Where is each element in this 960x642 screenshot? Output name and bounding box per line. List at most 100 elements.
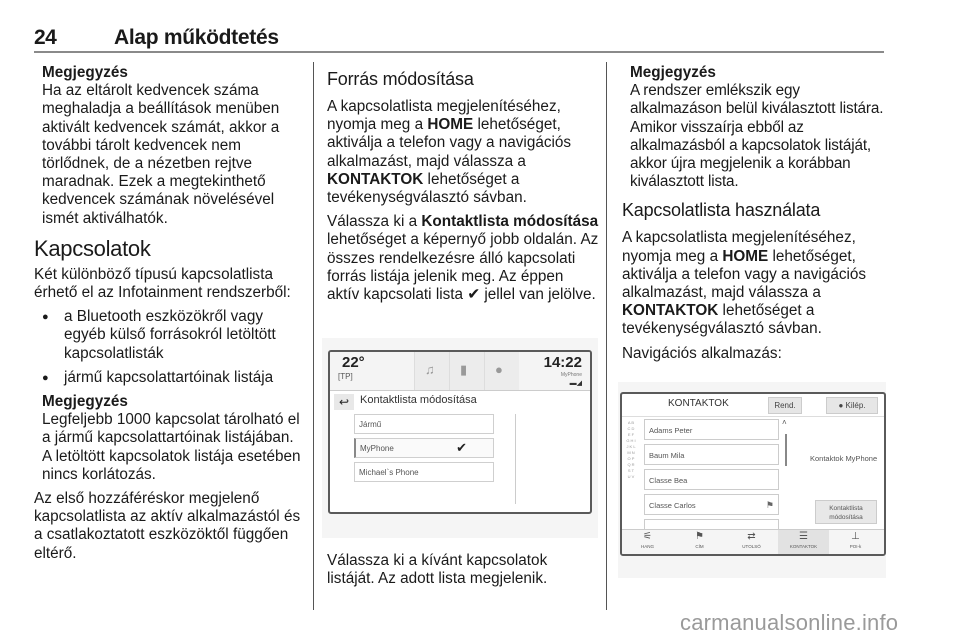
watermark: carmanualsonline.info: [680, 610, 899, 635]
contacts-header: KONTAKTOK Rend. ● Kilép.: [622, 394, 884, 417]
note-text: A rendszer emlékszik egy alkalmazáson be…: [630, 82, 884, 191]
page-header: 24 Alap működtetés: [34, 26, 884, 49]
note-text: Legfeljebb 1000 kapcsolat tárolható el a…: [42, 411, 301, 483]
paragraph: Válassza ki a kívánt kapcsolatok listájá…: [327, 552, 548, 588]
scrollbar[interactable]: [785, 424, 787, 544]
nav-label: HANG: [640, 544, 654, 549]
phone-icon: ▮: [460, 362, 468, 377]
recent-icon: ⇄: [747, 531, 756, 542]
infotainment-screen: KONTAKTOK Rend. ● Kilép. A B C D E F G H…: [620, 392, 886, 556]
phone-tab[interactable]: ▮: [449, 352, 484, 390]
contact-name: Baum Mila: [649, 451, 685, 460]
poi-icon: ⊥: [851, 531, 860, 542]
flag-icon: ⚑: [695, 531, 704, 542]
exit-button[interactable]: ● Kilép.: [826, 397, 878, 414]
header-rule: [34, 51, 884, 53]
navigation-icon: ●: [495, 362, 503, 377]
note-box: Megjegyzés A rendszer emlékszik egy alka…: [630, 64, 894, 191]
column-divider: [606, 62, 607, 610]
exit-label: Kilép.: [845, 401, 866, 410]
tp-indicator: [TP]: [338, 372, 353, 381]
panel-divider: [515, 414, 516, 504]
nav-item-poi[interactable]: ⊥ POI-k: [830, 530, 881, 554]
navigation-selector-bar: ⚟ HANG ⚑ CÍM ⇄ UTOLSÓ ☰ KONTAKTOK ⊥ POI-k: [622, 529, 884, 554]
keyword-home: HOME: [722, 247, 769, 265]
edit-contact-list-button[interactable]: Kontaktlista módosítása: [815, 500, 877, 524]
music-icon: ♫: [425, 362, 435, 377]
section-title: Kapcsolatok: [34, 235, 151, 261]
paragraph: A kapcsolatlista megjelenítéséhez, nyomj…: [327, 98, 599, 207]
back-arrow-icon: ↩: [338, 395, 350, 409]
screenshot-source-selection: 22° [TP] ♫ ▮ ● 14:22 MyPhone ▬◢ ↩ Kontak…: [322, 338, 598, 538]
screen-title: Kontaktlista módosítása: [360, 394, 477, 406]
note-box: Megjegyzés Legfeljebb 1000 kapcsolat tár…: [42, 393, 304, 484]
status-bar: 22° [TP] ♫ ▮ ● 14:22 MyPhone ▬◢: [330, 352, 590, 391]
column-1: Megjegyzés Ha az eltárolt kedvencek szám…: [34, 64, 304, 569]
audio-tab[interactable]: ♫: [414, 352, 449, 390]
temperature: 22°: [342, 354, 365, 371]
list-item: a Bluetooth eszközökről vagy egyéb külső…: [34, 308, 304, 363]
button-label-line1: Kontaktlista: [829, 505, 863, 512]
nav-label: POI-k: [849, 544, 862, 549]
source-item-selected[interactable]: MyPhone ✔: [354, 438, 494, 458]
paragraph: Két különböző típusú kapcsolatlista érhe…: [34, 265, 291, 302]
infotainment-screen: 22° [TP] ♫ ▮ ● 14:22 MyPhone ▬◢ ↩ Kontak…: [328, 350, 592, 514]
keyword-kontaktok: KONTAKTOK: [622, 302, 719, 320]
screen-title: KONTAKTOK: [668, 398, 729, 409]
nav-item-recent[interactable]: ⇄ UTOLSÓ: [726, 530, 777, 554]
contact-source-info: Kontaktok MyPhone: [810, 454, 878, 463]
nav-item-contacts[interactable]: ☰ KONTAKTOK: [778, 530, 829, 554]
contacts-icon: ☰: [799, 531, 808, 542]
nav-item-voice[interactable]: ⚟ HANG: [622, 530, 673, 554]
nav-label: KONTAKTOK: [789, 544, 818, 549]
keyword-kontaktok: KONTAKTOK: [327, 170, 424, 188]
sort-button[interactable]: Rend.: [768, 397, 802, 414]
source-label: Michael`s Phone: [359, 468, 419, 477]
nav-tab[interactable]: ●: [484, 352, 519, 390]
column-3: Megjegyzés A rendszer emlékszik egy alka…: [622, 64, 894, 369]
contact-row[interactable]: Classe Carlos ⚑: [644, 494, 779, 515]
source-item[interactable]: Jármű: [354, 414, 494, 434]
back-button[interactable]: ↩: [334, 394, 354, 410]
clock: 14:22: [543, 354, 582, 371]
column-divider: [313, 62, 314, 610]
contact-row[interactable]: Classe Bea: [644, 469, 779, 490]
keyword-contact-list-edit: Kontaktlista módosítása: [421, 213, 599, 231]
column-2-bottom: Válassza ki a kívánt kapcsolatok listájá…: [327, 552, 599, 594]
note-box: Megjegyzés Ha az eltárolt kedvencek szám…: [42, 64, 304, 228]
section-title: Forrás módosítása: [327, 69, 474, 89]
page-number: 24: [34, 26, 57, 49]
nav-label: UTOLSÓ: [742, 544, 761, 549]
note-heading: Megjegyzés: [42, 393, 128, 411]
note-heading: Megjegyzés: [42, 64, 128, 81]
source-item[interactable]: Michael`s Phone: [354, 462, 494, 482]
button-label-line2: módosítása: [829, 514, 863, 521]
contact-row[interactable]: Adams Peter: [644, 419, 779, 440]
text-run: Válassza ki a: [327, 213, 422, 231]
keyword-home: HOME: [427, 116, 474, 134]
text-run: jellel van jelölve.: [480, 286, 596, 304]
voice-icon: ⚟: [643, 531, 652, 542]
checkmark-icon: ✔: [467, 286, 481, 304]
sort-label: Rend.: [774, 401, 796, 410]
flag-icon: ⚑: [765, 500, 774, 510]
battery-signal-icon: ▬◢: [569, 380, 582, 387]
contact-name: Adams Peter: [649, 426, 693, 435]
list-item: jármű kapcsolattartóinak listája: [34, 369, 304, 387]
note-text: Ha az eltárolt kedvencek száma meghaladj…: [42, 82, 280, 227]
nav-label: CÍM: [695, 544, 704, 549]
nav-item-address[interactable]: ⚑ CÍM: [674, 530, 725, 554]
check-icon: ✔: [456, 440, 467, 455]
screenshot-contacts-navigation: KONTAKTOK Rend. ● Kilép. A B C D E F G H…: [618, 382, 886, 578]
chapter-title: Alap működtetés: [114, 26, 279, 49]
column-2: Forrás módosítása A kapcsolatlista megje…: [327, 66, 599, 310]
section-title: Kapcsolatlista használata: [622, 200, 821, 221]
paragraph: Válassza ki a Kontaktlista módosítása le…: [327, 213, 599, 304]
paragraph: Navigációs alkalmazás:: [622, 344, 782, 362]
scrollbar-thumb[interactable]: [785, 434, 787, 466]
source-label: Jármű: [359, 420, 382, 429]
source-label: MyPhone: [360, 444, 394, 453]
contact-name: Classe Carlos: [649, 501, 696, 510]
exit-icon: ●: [838, 401, 846, 410]
contact-row[interactable]: Baum Mila: [644, 444, 779, 465]
